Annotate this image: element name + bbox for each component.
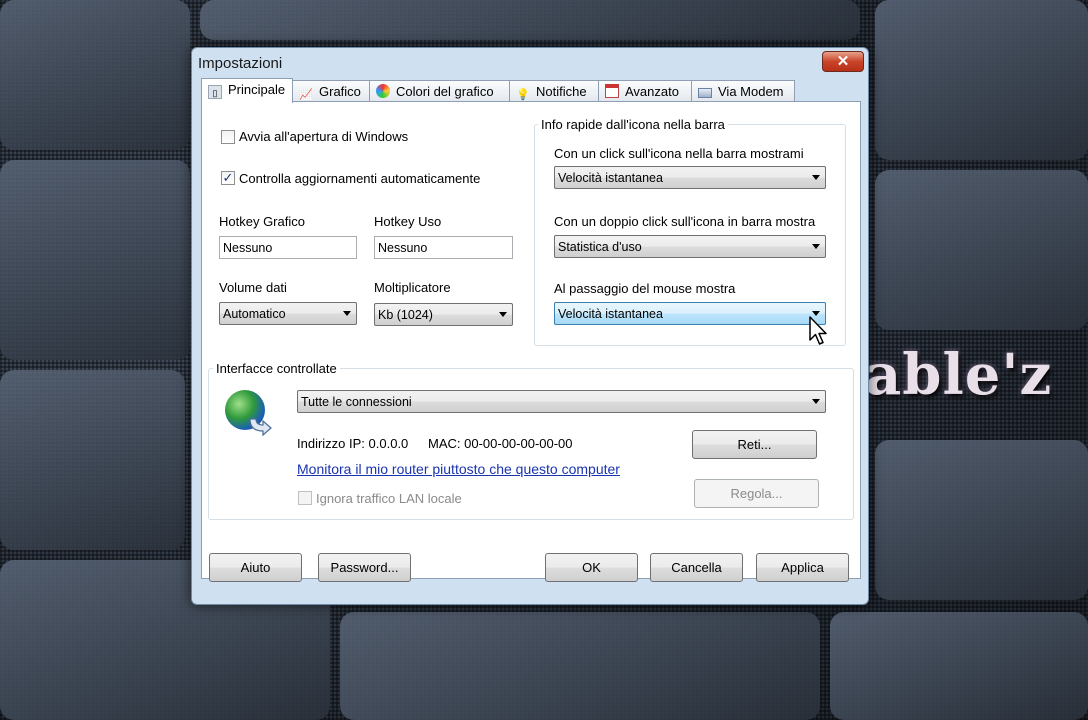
data-volume-label: Volume dati xyxy=(219,280,287,295)
hotkey-graph-field[interactable]: Nessuno xyxy=(219,236,357,259)
startup-checkbox[interactable] xyxy=(221,130,235,144)
palette-icon xyxy=(376,84,390,98)
password-button[interactable]: Password... xyxy=(318,553,411,582)
hotkey-graph-label: Hotkey Grafico xyxy=(219,214,305,229)
ok-button[interactable]: OK xyxy=(545,553,638,582)
chevron-down-icon xyxy=(812,399,820,404)
networks-button[interactable]: Reti... xyxy=(692,430,817,459)
startup-label[interactable]: Avvia all'apertura di Windows xyxy=(239,129,408,144)
connection-select[interactable]: Tutte le connessioni xyxy=(297,390,826,413)
principale-icon: ▯ xyxy=(208,85,222,99)
background-watermark-text: able'z xyxy=(865,342,1053,408)
background-stone xyxy=(875,0,1088,160)
background-stone xyxy=(875,170,1088,330)
background-stone xyxy=(340,612,820,720)
chart-icon: 📈 xyxy=(299,89,313,101)
router-monitor-link[interactable]: Monitora il mio router piuttosto che que… xyxy=(297,461,620,477)
lightbulb-icon: 💡 xyxy=(516,89,530,101)
tray-hover-select[interactable]: Velocità istantanea xyxy=(554,302,826,325)
ip-address-text: Indirizzo IP: 0.0.0.0 xyxy=(297,436,409,451)
background-stone xyxy=(200,0,860,40)
multiplier-select[interactable]: Kb (1024) xyxy=(374,303,513,326)
tray-dblclick-label: Con un doppio click sull'icona in barra … xyxy=(554,214,816,229)
apply-button[interactable]: Applica xyxy=(756,553,849,582)
cancel-button[interactable]: Cancella xyxy=(650,553,743,582)
close-icon: ✕ xyxy=(836,53,850,70)
tray-hover-label: Al passaggio del mouse mostra xyxy=(554,281,736,296)
help-button[interactable]: Aiuto xyxy=(209,553,302,582)
hotkey-usage-field[interactable]: Nessuno xyxy=(374,236,513,259)
adjust-button[interactable]: Regola... xyxy=(694,479,819,508)
tab-colori-grafico[interactable]: Colori del grafico xyxy=(369,80,510,102)
background-stone xyxy=(0,160,190,360)
tray-click-select[interactable]: Velocità istantanea xyxy=(554,166,826,189)
tray-dblclick-select[interactable]: Statistica d'uso xyxy=(554,235,826,258)
ignore-lan-label[interactable]: Ignora traffico LAN locale xyxy=(316,491,462,506)
background-stone xyxy=(830,612,1088,720)
background-stone xyxy=(875,440,1088,600)
mac-address-text: MAC: 00-00-00-00-00-00 xyxy=(428,436,573,451)
calendar-icon xyxy=(605,84,619,98)
multiplier-label: Moltiplicatore xyxy=(374,280,451,295)
auto-update-label[interactable]: Controlla aggiornamenti automaticamente xyxy=(239,171,480,186)
auto-update-checkbox[interactable]: ✓ xyxy=(221,171,235,185)
mouse-cursor-icon xyxy=(809,316,827,345)
chevron-down-icon xyxy=(499,312,507,317)
tray-info-group-title: Info rapide dall'icona nella barra xyxy=(538,117,728,132)
tab-grafico[interactable]: 📈 Grafico xyxy=(292,80,370,102)
data-volume-select[interactable]: Automatico xyxy=(219,302,357,325)
check-icon: ✓ xyxy=(222,170,234,185)
settings-window: Impostazioni ✕ ▯ Principale 📈 Grafico Colo… xyxy=(191,47,869,605)
interfaces-group-title: Interfacce controllate xyxy=(213,361,340,376)
ignore-lan-checkbox[interactable] xyxy=(298,491,312,505)
background-stone xyxy=(0,0,190,150)
close-button[interactable]: ✕ xyxy=(822,51,864,72)
title-bar[interactable]: Impostazioni ✕ xyxy=(192,48,868,78)
tab-notifiche[interactable]: 💡 Notifiche xyxy=(509,80,599,102)
chevron-down-icon xyxy=(812,175,820,180)
tab-avanzato[interactable]: Avanzato xyxy=(598,80,692,102)
modem-icon xyxy=(698,88,712,98)
chevron-down-icon xyxy=(343,311,351,316)
tray-click-label: Con un click sull'icona nella barra most… xyxy=(554,146,804,161)
network-arrow-icon xyxy=(249,418,272,437)
hotkey-usage-label: Hotkey Uso xyxy=(374,214,442,229)
chevron-down-icon xyxy=(812,244,820,249)
window-title: Impostazioni xyxy=(198,55,283,72)
tab-principale[interactable]: ▯ Principale xyxy=(201,78,293,103)
tab-via-modem[interactable]: Via Modem xyxy=(691,80,795,102)
background-stone xyxy=(0,370,185,550)
